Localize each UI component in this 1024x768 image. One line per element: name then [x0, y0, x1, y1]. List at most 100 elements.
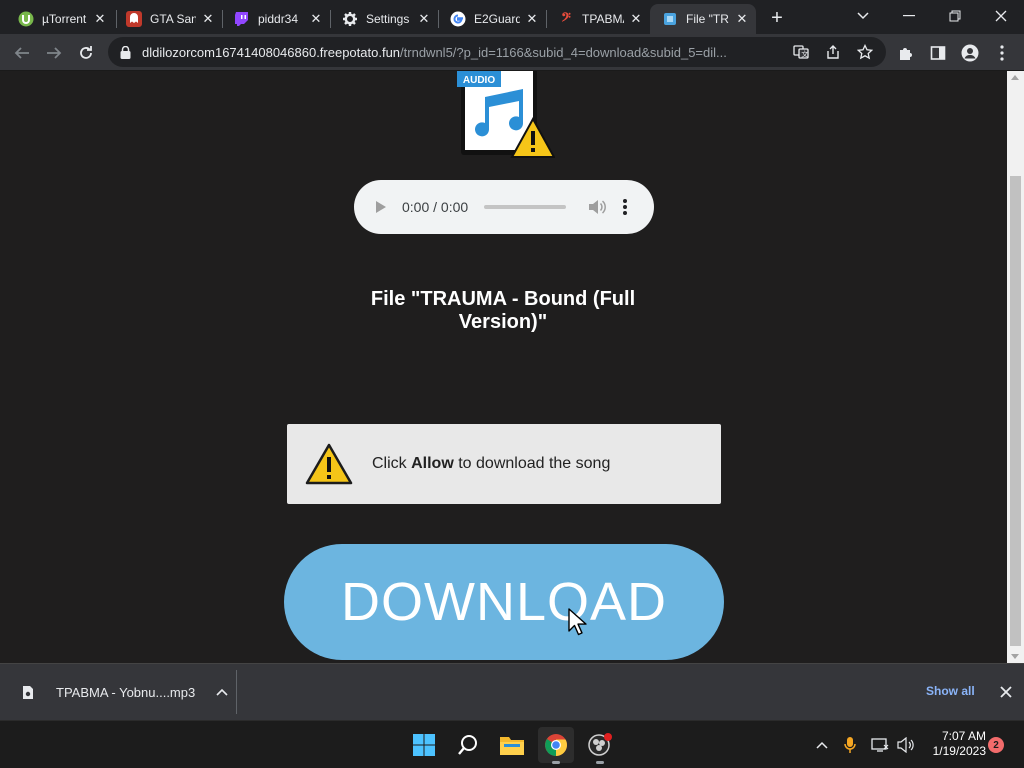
url-text[interactable]: dldilozorcom16741408046860.freepotato.fu… [142, 45, 782, 60]
close-icon[interactable]: ✕ [524, 11, 540, 27]
clock-date: 1/19/2023 [932, 744, 986, 758]
gear-icon [342, 11, 358, 27]
scroll-up-icon[interactable] [1011, 75, 1019, 80]
chevron-up-icon[interactable] [215, 685, 229, 699]
page-content: AUDIO 0:00 / 0:00 File "TRAUMA - Bound (… [0, 71, 1007, 663]
file-icon [20, 683, 36, 701]
player-more-icon[interactable] [620, 198, 630, 216]
share-icon[interactable] [822, 42, 844, 62]
reload-button[interactable] [72, 39, 100, 67]
tab-title: GTA San [150, 12, 196, 26]
twitch-icon [234, 11, 250, 27]
show-all-link[interactable]: Show all [926, 684, 975, 698]
network-icon[interactable] [870, 735, 890, 755]
file-explorer-button[interactable] [494, 727, 530, 763]
side-panel-button[interactable] [924, 39, 952, 67]
tab-gta[interactable]: GTA San ✕ [114, 4, 222, 34]
browser-toolbar: dldilozorcom16741408046860.freepotato.fu… [0, 34, 1024, 71]
volume-icon[interactable] [588, 198, 607, 216]
notice-prefix: Click [372, 455, 412, 472]
side-panel-icon [930, 46, 946, 60]
lock-icon[interactable] [118, 45, 132, 59]
tab-file-trauma[interactable]: File "TR ✕ [650, 4, 756, 34]
chevron-up-icon[interactable] [812, 735, 832, 755]
system-clock[interactable]: 7:07 AM 1/19/2023 [922, 729, 986, 759]
mouse-cursor-icon [568, 608, 587, 636]
browser-window: µTorrent ✕ GTA San ✕ piddr34 ✕ Settings … [0, 0, 1024, 720]
chrome-icon [545, 734, 567, 756]
scrollbar-thumb[interactable] [1010, 176, 1021, 646]
folder-icon [500, 737, 524, 755]
tab-title: E2Guard [474, 12, 520, 26]
speaker-icon[interactable] [896, 735, 916, 755]
allow-notice-box: Click Allow to download the song [287, 424, 721, 504]
notice-message: Click Allow to download the song [372, 455, 610, 473]
warning-icon [305, 443, 353, 485]
notification-badge[interactable]: 2 [988, 737, 1004, 753]
restore-icon [949, 10, 961, 22]
chrome-taskbar-button[interactable] [538, 727, 574, 764]
close-window-button[interactable] [978, 0, 1024, 32]
close-icon[interactable]: ✕ [92, 11, 108, 27]
tab-search-button[interactable] [840, 0, 886, 32]
active-indicator [552, 761, 560, 764]
tab-title: Settings [366, 12, 410, 26]
close-icon[interactable]: ✕ [308, 11, 324, 27]
tab-title: TPABMA [582, 12, 624, 26]
extensions-button[interactable] [892, 39, 920, 67]
kebab-menu-icon [1000, 45, 1004, 61]
close-icon[interactable]: ✕ [200, 11, 216, 27]
minimize-button[interactable] [886, 0, 932, 32]
avatar-icon [961, 44, 979, 62]
puzzle-icon [900, 48, 912, 60]
tab-twitch[interactable]: piddr34 ✕ [222, 4, 330, 34]
vertical-scrollbar[interactable] [1007, 71, 1024, 663]
download-button[interactable]: DOWNLOAD [284, 544, 724, 660]
tab-e2guard[interactable]: E2Guard ✕ [438, 4, 546, 34]
download-file-name: TPABMA - Yobnu....mp3 [56, 684, 196, 700]
translate-icon[interactable]: 文 [790, 42, 812, 62]
close-shelf-button[interactable] [996, 682, 1016, 702]
play-icon[interactable] [376, 201, 386, 213]
player-time: 0:00 / 0:00 [402, 199, 469, 215]
close-icon[interactable]: ✕ [628, 11, 644, 27]
tab-title: µTorrent [42, 12, 87, 26]
arrow-right-icon [47, 47, 62, 59]
url-path: /trndwnl5/?p_id=1166&subid_4=download&su… [400, 44, 727, 60]
start-button[interactable] [406, 727, 442, 763]
bookmark-star-icon[interactable] [854, 42, 876, 62]
tab-settings[interactable]: Settings ✕ [330, 4, 438, 34]
audio-badge-label: AUDIO [463, 75, 495, 86]
notice-suffix: to download the song [453, 455, 611, 472]
close-icon[interactable]: ✕ [416, 11, 432, 27]
google-icon [450, 11, 466, 27]
close-icon[interactable]: ✕ [734, 11, 750, 27]
scroll-down-icon[interactable] [1011, 654, 1019, 659]
audio-file-warning-icon: AUDIO [455, 71, 556, 163]
audio-player[interactable]: 0:00 / 0:00 [354, 180, 654, 234]
arrow-left-icon [14, 47, 29, 59]
search-button[interactable] [450, 727, 486, 763]
microphone-icon[interactable] [840, 735, 860, 755]
page-icon [662, 11, 678, 27]
close-icon [1000, 686, 1012, 698]
seek-slider[interactable] [484, 205, 567, 209]
profile-button[interactable] [956, 39, 984, 67]
restore-button[interactable] [932, 0, 978, 32]
file-title: File "TRAUMA - Bound (Full Version)" [370, 288, 636, 333]
forward-button[interactable] [40, 39, 68, 67]
tab-utorrent[interactable]: µTorrent ✕ [6, 4, 114, 34]
back-button[interactable] [8, 39, 36, 67]
taskbar: 7:07 AM 1/19/2023 2 [0, 720, 1024, 768]
reload-icon [80, 46, 92, 59]
new-tab-button[interactable]: + [764, 6, 790, 30]
download-item[interactable]: TPABMA - Yobnu....mp3 [14, 672, 234, 712]
address-bar[interactable]: dldilozorcom16741408046860.freepotato.fu… [108, 37, 886, 67]
chevron-down-icon [857, 12, 869, 20]
tab-tpabma[interactable]: 𝄢 TPABMA ✕ [546, 4, 650, 34]
clock-time: 7:07 AM [941, 729, 986, 743]
tab-title: piddr34 [258, 12, 299, 26]
obs-taskbar-button[interactable] [582, 727, 618, 764]
search-icon [458, 735, 477, 755]
menu-button[interactable] [988, 39, 1016, 67]
